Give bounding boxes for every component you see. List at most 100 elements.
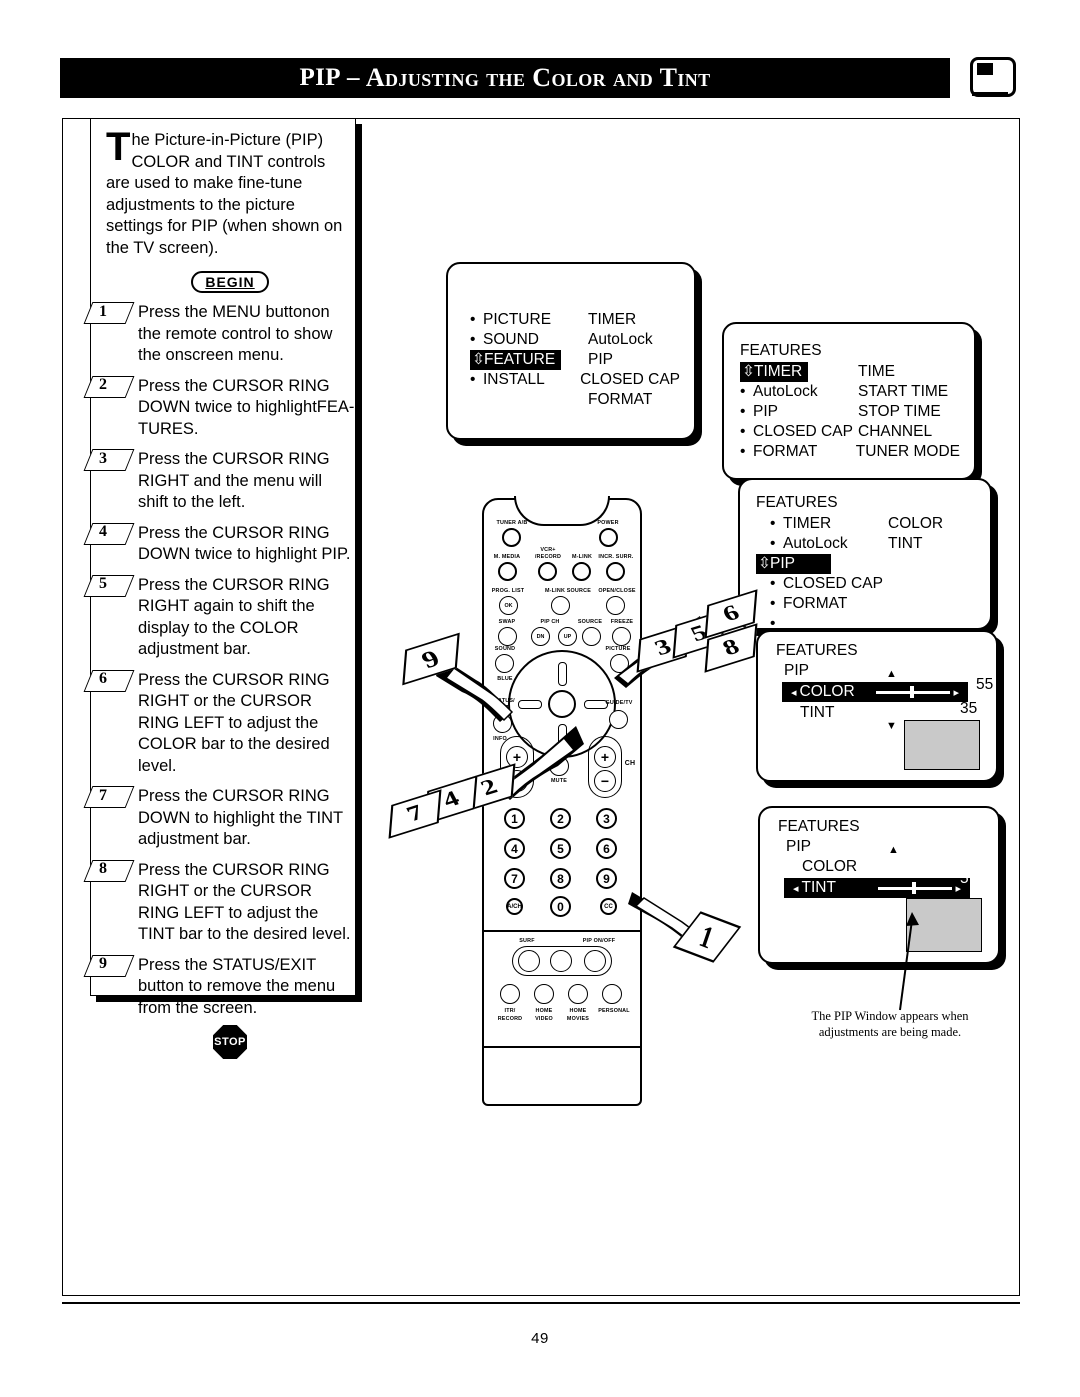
page-title-dash: –	[346, 64, 360, 91]
button-incr-surr[interactable]	[606, 562, 625, 581]
keypad-7[interactable]: 7	[504, 868, 525, 889]
keypad-3[interactable]: 3	[596, 808, 617, 829]
keypad-2[interactable]: 2	[550, 808, 571, 829]
label-guide-tv: GUIDE/TV	[605, 700, 633, 706]
osd4-color-slider-row[interactable]: ◂ COLOR ▸	[782, 682, 968, 702]
button-swap[interactable]	[498, 627, 517, 646]
page-title-main: PIP	[299, 64, 341, 91]
osd5-subtitle: PIP	[786, 838, 811, 855]
label-power: POWER	[597, 520, 619, 526]
osd3-left-1: AutoLock	[783, 535, 848, 552]
label-prog-list: PROG. LIST	[491, 588, 525, 594]
button-m-link-source[interactable]	[551, 596, 570, 615]
osd5-left-arrow-icon[interactable]: ◂	[790, 882, 802, 895]
tv-base-shape	[972, 92, 1008, 96]
osd1-right-4: FORMAT	[588, 391, 653, 408]
keypad-0[interactable]: 0	[550, 896, 571, 917]
label-pip-ch-dn: DN	[536, 633, 545, 640]
step-4: 4 Press the CURSOR RING DOWN twice to hi…	[83, 522, 356, 566]
keypad-6[interactable]: 6	[596, 838, 617, 859]
osd5-color-label: COLOR	[802, 858, 858, 875]
cursor-marker-icon: ⇳	[472, 351, 485, 368]
page-number: 49	[531, 1330, 549, 1347]
page-title-rest: Adjusting the Color and Tint	[365, 63, 711, 92]
osd4-color-slider-track[interactable]	[875, 685, 951, 699]
osd2-right-0: TIME	[858, 363, 896, 380]
step-text-8: Press the CURSOR RING RIGHT or the CURSO…	[138, 860, 351, 944]
osd2-left-1: AutoLock	[753, 383, 818, 400]
keypad-4[interactable]: 4	[504, 838, 525, 859]
osd2-right-4: TUNER MODE	[855, 443, 960, 460]
label-home-movies-2: MOVIES	[566, 1016, 590, 1022]
caption-line-2: adjustments are being made.	[818, 1025, 962, 1039]
step-2: 2 Press the CURSOR RING DOWN twice to hi…	[83, 375, 356, 441]
osd5-tint-slider-row[interactable]: ◂ TINT ▸	[784, 878, 970, 898]
label-open-close: OPEN/CLOSE	[598, 588, 636, 594]
keypad-cc[interactable]: CC	[600, 898, 617, 915]
stop-badge: STOP	[213, 1025, 247, 1059]
button-personal[interactable]	[602, 984, 622, 1004]
osd1-row-feature: ⇳FEATURE PIP	[470, 350, 680, 370]
osd4-right-arrow-icon[interactable]: ▸	[950, 686, 962, 699]
tv-pip-icon	[966, 52, 1016, 98]
cursor-ring-center-ok[interactable]	[548, 690, 576, 718]
bullet-icon: •	[740, 423, 746, 440]
step-number-5: 5	[83, 574, 135, 597]
button-vcr-record[interactable]	[538, 562, 557, 581]
osd-menu-3: FEATURES • TIMER COLOR • AutoLock TINT ⇳PI…	[738, 478, 992, 632]
osd2-row-closedcap: • CLOSED CAP CHANNEL	[740, 422, 960, 442]
osd5-title: FEATURES	[778, 818, 860, 835]
button-m-media[interactable]	[498, 562, 517, 581]
osd2-highlight-timer: ⇳TIMER	[740, 362, 809, 382]
osd1-row-sound: • SOUND AutoLock	[470, 330, 680, 350]
osd3-highlight-pip: ⇳PIP	[756, 554, 831, 574]
osd2-right-2: STOP TIME	[858, 403, 941, 420]
button-surf[interactable]	[518, 950, 540, 972]
osd-menu-1-body: • PICTURE TIMER • SOUND AutoLock ⇳FEATURE …	[448, 264, 694, 420]
osd4-color-slider-knob[interactable]	[910, 686, 914, 698]
button-power[interactable]	[599, 528, 618, 547]
button-home-video[interactable]	[534, 984, 554, 1004]
step-text-1: Press the MENU buttonon the remote contr…	[138, 303, 333, 364]
osd5-tint-slider-knob[interactable]	[912, 882, 916, 894]
label-vcr-plus: VCR+	[540, 547, 556, 553]
label-channel-down: −	[600, 773, 610, 789]
osd1-right-2: PIP	[588, 351, 613, 368]
step-7: 7 Press the CURSOR RING DOWN to highligh…	[83, 786, 356, 851]
osd2-row-pip: • PIP STOP TIME	[740, 402, 960, 422]
osd3-right-1: TINT	[888, 535, 923, 552]
step-1: 1 Press the MENU buttonon the remote con…	[83, 302, 356, 367]
bullet-icon: •	[740, 443, 746, 460]
keypad-8[interactable]: 8	[550, 868, 571, 889]
keypad-9[interactable]: 9	[596, 868, 617, 889]
cursor-ring-up[interactable]	[558, 662, 567, 686]
button-m-link[interactable]	[572, 562, 591, 581]
osd-menu-4: FEATURES PIP ▲ ◂ COLOR ▸ TINT 55 35 ▼	[756, 630, 998, 782]
osd1-left-2: FEATURE	[484, 351, 556, 368]
keypad-5[interactable]: 5	[550, 838, 571, 859]
label-home-movies-1: HOME	[569, 1008, 587, 1014]
osd1-row-format: FORMAT	[470, 390, 680, 410]
button-pip-on-off[interactable]	[584, 950, 606, 972]
osd3-title: FEATURES	[756, 494, 838, 511]
button-itr-record[interactable]	[500, 984, 520, 1004]
osd4-title: FEATURES	[776, 642, 858, 659]
button-backlight[interactable]	[550, 950, 572, 972]
bullet-icon: •	[470, 311, 476, 328]
osd-menu-5-body: FEATURES PIP ▲ COLOR ◂ TINT ▸ 5	[760, 808, 998, 952]
keypad-1[interactable]: 1	[504, 808, 525, 829]
intro-dropcap: T	[106, 125, 131, 169]
stop-badge-wrap: STOP	[104, 1025, 356, 1059]
button-home-movies[interactable]	[568, 984, 588, 1004]
osd1-left-1: SOUND	[483, 331, 539, 348]
keypad-a-ch[interactable]: A/CH	[506, 898, 523, 915]
label-itr: ITR/	[504, 1008, 516, 1014]
osd5-tint-slider-track[interactable]	[877, 881, 953, 895]
button-guide-tv[interactable]	[609, 710, 628, 729]
begin-badge: BEGIN	[191, 271, 269, 293]
osd1-right-3: CLOSED CAP	[580, 371, 680, 388]
button-tuner-ab[interactable]	[502, 528, 521, 547]
osd3-row-closedcap: • CLOSED CAP	[756, 574, 976, 594]
osd4-left-arrow-icon[interactable]: ◂	[788, 686, 800, 699]
osd3-row-timer: • TIMER COLOR	[756, 514, 976, 534]
